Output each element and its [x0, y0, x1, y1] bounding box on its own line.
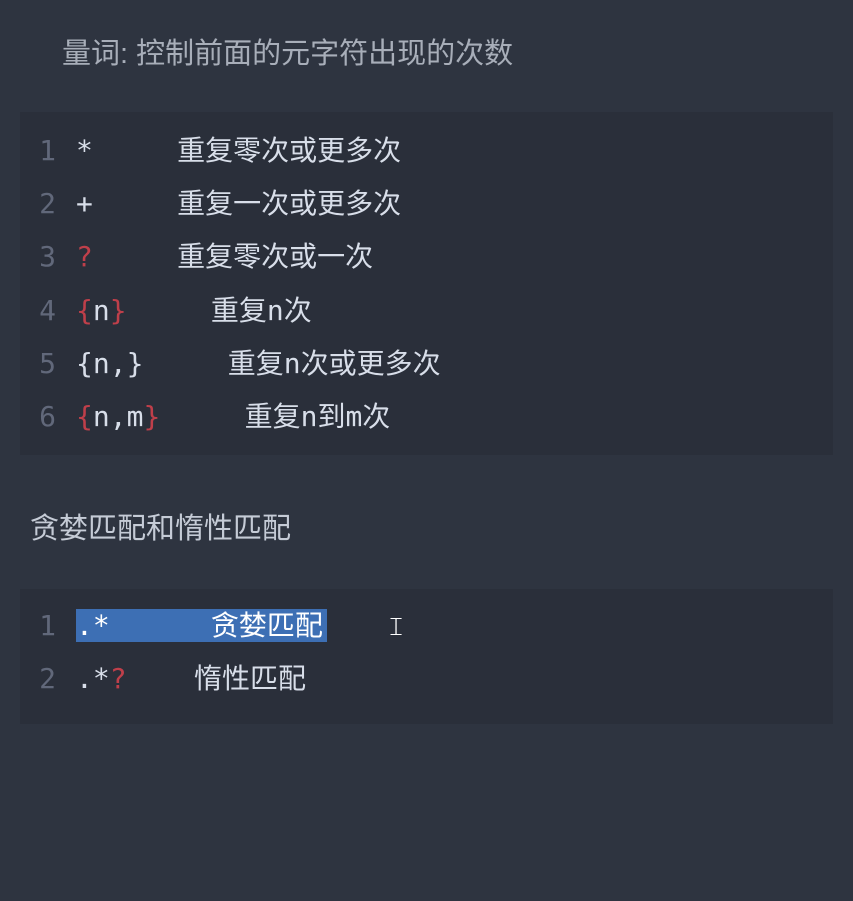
line-number: 1	[20, 124, 76, 177]
selected-text: .* 贪婪匹配	[76, 609, 327, 642]
line-number: 2	[20, 652, 76, 705]
code-text[interactable]: .* 贪婪匹配 𝙸	[76, 599, 405, 652]
code-text: {n,} 重复n次或更多次	[76, 337, 441, 390]
text-cursor-icon: 𝙸	[387, 602, 405, 651]
line-number: 2	[20, 177, 76, 230]
code-text: ? 重复零次或一次	[76, 230, 373, 283]
code-block-greedy-lazy: 1 .* 贪婪匹配 𝙸 2 .*? 惰性匹配	[20, 589, 833, 723]
code-block-quantifiers: 1 * 重复零次或更多次 2 + 重复一次或更多次 3 ? 重复零次或一次 4 …	[20, 112, 833, 455]
code-line: 2 .*? 惰性匹配	[20, 652, 833, 705]
section-heading-quantifiers: 量词: 控制前面的元字符出现的次数	[0, 0, 853, 72]
line-number: 3	[20, 230, 76, 283]
code-line: 4 {n} 重复n次	[20, 284, 833, 337]
code-line: 5 {n,} 重复n次或更多次	[20, 337, 833, 390]
code-text: * 重复零次或更多次	[76, 124, 401, 177]
code-line: 6 {n,m} 重复n到m次	[20, 390, 833, 443]
code-text: .*? 惰性匹配	[76, 652, 306, 705]
code-text: {n,m} 重复n到m次	[76, 390, 390, 443]
code-text: {n} 重复n次	[76, 284, 312, 337]
section-heading-greedy-lazy: 贪婪匹配和惰性匹配	[0, 455, 853, 547]
line-number: 5	[20, 337, 76, 390]
code-text: + 重复一次或更多次	[76, 177, 401, 230]
line-number: 4	[20, 284, 76, 337]
code-line: 3 ? 重复零次或一次	[20, 230, 833, 283]
line-number: 6	[20, 390, 76, 443]
code-line: 1 * 重复零次或更多次	[20, 124, 833, 177]
line-number: 1	[20, 599, 76, 652]
code-line: 2 + 重复一次或更多次	[20, 177, 833, 230]
code-line: 1 .* 贪婪匹配 𝙸	[20, 599, 833, 652]
